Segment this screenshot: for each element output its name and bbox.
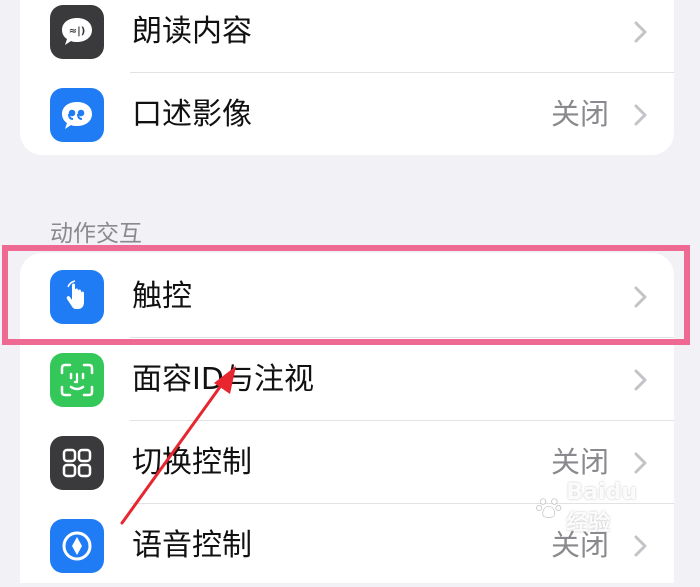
- speech-bubble-icon: ≈|): [50, 5, 104, 59]
- chevron-right-icon: [634, 21, 647, 43]
- row-value: 关闭: [550, 97, 609, 131]
- chevron-right-icon: [634, 104, 647, 126]
- paw-logo-icon: [536, 498, 562, 518]
- voice-control-icon: [50, 519, 104, 573]
- chevron-right-icon: [634, 452, 647, 474]
- chevron-right-icon: [634, 535, 647, 557]
- row-touch[interactable]: 触控: [20, 255, 674, 338]
- watermark: Baidu 经验: [535, 480, 665, 536]
- quote-bubble-icon: [50, 88, 104, 142]
- row-label: 触控: [132, 279, 192, 314]
- chevron-right-icon: [634, 286, 647, 308]
- row-label: 语音控制: [132, 528, 252, 563]
- hand-pointer-icon: [50, 270, 104, 324]
- section-header-interaction: 动作交互: [50, 221, 142, 247]
- row-label: 面容ID与注视: [132, 362, 314, 397]
- row-spoken-content[interactable]: ≈|) 朗读内容: [20, 0, 674, 73]
- face-id-icon: [50, 353, 104, 407]
- row-label: 口述影像: [132, 97, 252, 132]
- svg-text:≈|): ≈|): [69, 26, 86, 37]
- grid-icon: [50, 436, 104, 490]
- row-label: 切换控制: [132, 445, 252, 480]
- row-audio-descriptions[interactable]: 口述影像 关闭: [20, 73, 674, 156]
- chevron-right-icon: [634, 369, 647, 391]
- watermark-text: Baidu 经验: [566, 479, 637, 536]
- row-label: 朗读内容: [132, 14, 252, 49]
- speech-settings-group: ≈|) 朗读内容 口述影像 关闭: [20, 0, 674, 155]
- row-face-id-attention[interactable]: 面容ID与注视: [20, 338, 674, 421]
